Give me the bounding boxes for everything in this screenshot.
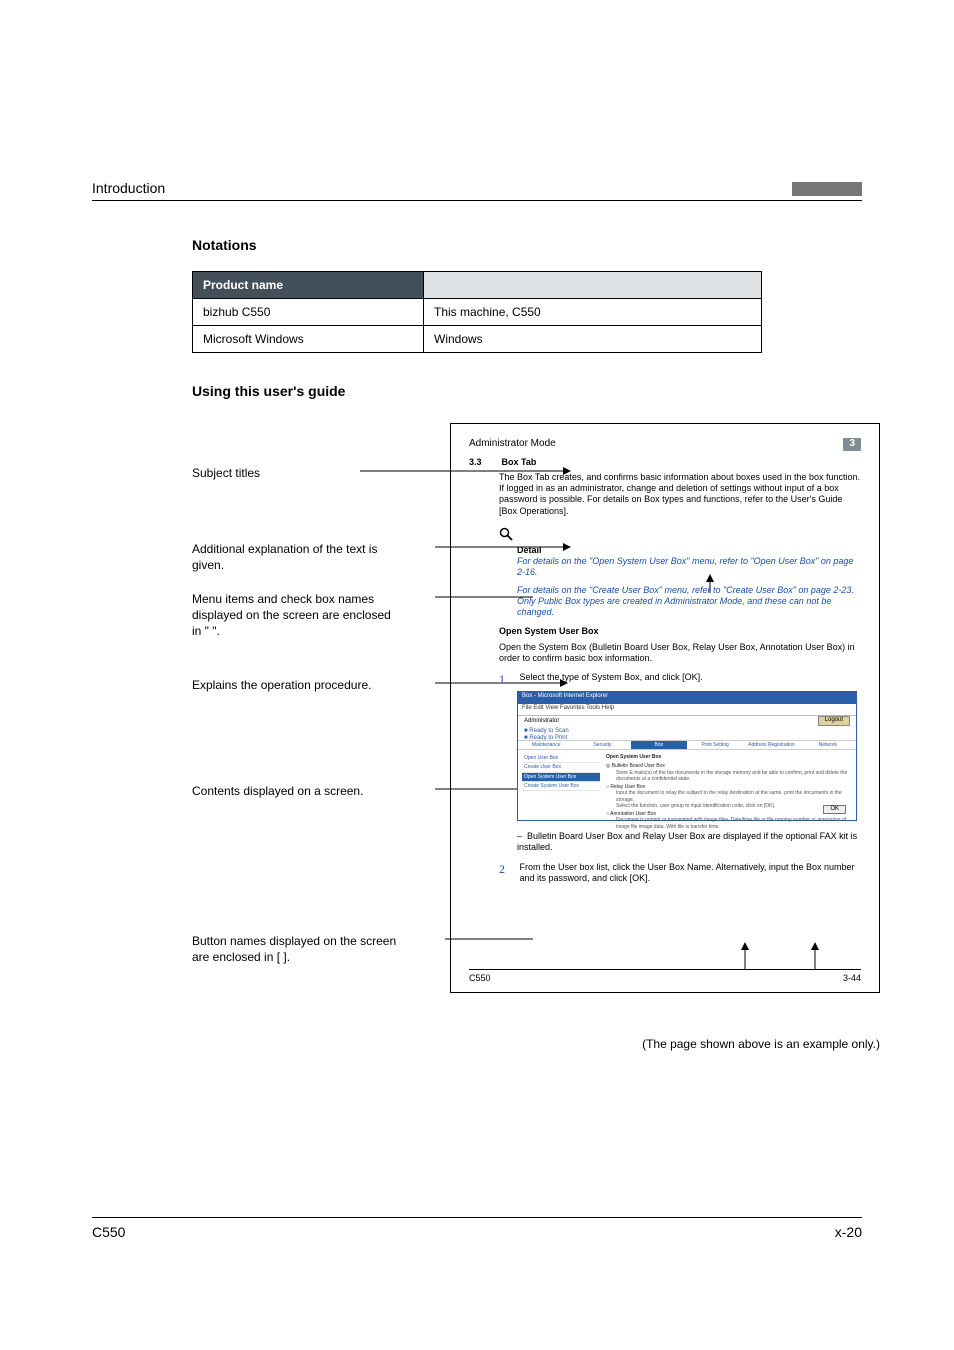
opt-annotation[interactable]: Annotation User Box bbox=[610, 811, 656, 817]
table-row: bizhub C550 This machine, C550 bbox=[193, 299, 762, 326]
tab-box[interactable]: Box bbox=[631, 740, 687, 750]
cell-product: Microsoft Windows bbox=[193, 326, 424, 353]
ok-button[interactable]: OK bbox=[823, 805, 846, 815]
cell-product: bizhub C550 bbox=[193, 299, 424, 326]
tab-network[interactable]: Network bbox=[800, 740, 856, 750]
opt-bulletin-desc: Store E-mails(s) of the fax documents in… bbox=[616, 770, 850, 783]
cell-alias: Windows bbox=[424, 326, 762, 353]
screenshot-menubar: File Edit View Favorites Tools Help bbox=[518, 704, 856, 716]
step-text: From the User box list, click the User B… bbox=[520, 862, 860, 885]
capture-detail-italic-2: For details on the "Create User Box" men… bbox=[517, 585, 861, 619]
opt-bulletin[interactable]: Bulletin Board User Box bbox=[612, 763, 665, 769]
opt-relay-desc2: Select the function, user group to input… bbox=[616, 803, 850, 809]
table-row: Microsoft Windows Windows bbox=[193, 326, 762, 353]
tab-address[interactable]: Address Registration bbox=[743, 740, 799, 750]
section-notations-title: Notations bbox=[192, 237, 862, 253]
capture-header: Administrator Mode 3 bbox=[469, 438, 861, 451]
magnifier-icon bbox=[499, 527, 861, 543]
capture-mode-label: Administrator Mode bbox=[469, 438, 556, 451]
capture-step-2: 2 From the User box list, click the User… bbox=[499, 862, 861, 885]
opt-annotation-desc: Document is printed or transmitted with … bbox=[616, 817, 850, 830]
step-text: Select the type of System Box, and click… bbox=[520, 672, 860, 683]
callout-contents: Contents displayed on a screen. bbox=[192, 783, 402, 799]
capture-body: The Box Tab creates, and confirms basic … bbox=[499, 472, 861, 884]
embedded-screenshot: Box - Microsoft Internet Explorer File E… bbox=[517, 691, 857, 821]
example-page-capture: Administrator Mode 3 3.3 Box Tab The Box… bbox=[450, 423, 880, 993]
callout-subject: Subject titles bbox=[192, 465, 402, 481]
capture-detail-heading: Detail bbox=[517, 545, 861, 556]
capture-step-1: 1 Select the type of System Box, and cli… bbox=[499, 672, 861, 687]
capture-section-heading: 3.3 Box Tab bbox=[469, 457, 861, 468]
mainpanel-heading: Open System User Box bbox=[606, 754, 850, 760]
tab-maintenance[interactable]: Maintenance bbox=[518, 740, 574, 750]
screenshot-mainpanel: Open System User Box ◎ Bulletin Board Us… bbox=[606, 754, 850, 830]
footer-model: C550 bbox=[92, 1224, 125, 1240]
cell-alias: This machine, C550 bbox=[424, 299, 762, 326]
table-header-blank bbox=[424, 272, 762, 299]
screenshot-titlebar: Box - Microsoft Internet Explorer bbox=[518, 692, 856, 704]
side-create-user[interactable]: Create User Box bbox=[522, 763, 600, 772]
capture-footer-right: 3-44 bbox=[843, 973, 861, 984]
page-footer: C550 x-20 bbox=[92, 1217, 862, 1240]
capture-detail-italic-1: For details on the "Open System User Box… bbox=[517, 556, 861, 579]
capture-intro-para: The Box Tab creates, and confirms basic … bbox=[499, 472, 861, 517]
capture-footer-left: C550 bbox=[469, 973, 491, 984]
tab-print[interactable]: Print Setting bbox=[687, 740, 743, 750]
capture-subheading: Open System User Box bbox=[499, 626, 861, 637]
capture-footer: C550 3-44 bbox=[469, 969, 861, 984]
screenshot-tabs: Maintenance Security Box Print Setting A… bbox=[518, 740, 856, 750]
step-number: 1 bbox=[499, 672, 517, 687]
capture-section-title: Box Tab bbox=[502, 457, 537, 467]
header-chapter-block bbox=[792, 182, 862, 196]
header-title: Introduction bbox=[92, 180, 165, 196]
capture-section-number: 3.3 bbox=[469, 457, 499, 468]
callout-explains: Explains the operation procedure. bbox=[192, 677, 402, 693]
logout-button[interactable]: Logout bbox=[818, 716, 850, 726]
table-header-product: Product name bbox=[193, 272, 424, 299]
tab-security[interactable]: Security bbox=[574, 740, 630, 750]
footer-pagenum: x-20 bbox=[835, 1224, 862, 1240]
screenshot-sidepanel: Open User Box Create User Box Open Syste… bbox=[522, 754, 600, 791]
step-number: 2 bbox=[499, 862, 517, 877]
ready-scan: Ready to Scan bbox=[529, 728, 568, 734]
callout-buttons: Button names displayed on the screen are… bbox=[192, 933, 402, 965]
guide-diagram: Subject titles Additional explanation of… bbox=[92, 423, 862, 1033]
screenshot-admin-label: Administrator bbox=[518, 716, 856, 728]
page: Introduction Notations Product name bizh… bbox=[0, 0, 954, 1350]
callout-menu: Menu items and check box names displayed… bbox=[192, 591, 402, 640]
capture-dash-note: – Bulletin Board User Box and Relay User… bbox=[517, 831, 861, 854]
product-name-table: Product name bizhub C550 This machine, C… bbox=[192, 271, 762, 353]
opt-relay[interactable]: Relay User Box bbox=[610, 784, 645, 790]
side-create-system[interactable]: Create System User Box bbox=[522, 782, 600, 791]
capture-subpara: Open the System Box (Bulletin Board User… bbox=[499, 642, 861, 665]
example-note: (The page shown above is an example only… bbox=[92, 1037, 880, 1051]
capture-chapter-number: 3 bbox=[843, 438, 861, 451]
section-using-guide-title: Using this user's guide bbox=[192, 383, 862, 399]
running-header: Introduction bbox=[92, 180, 862, 201]
opt-relay-desc: Input the document to relay the subject … bbox=[616, 790, 850, 803]
side-open-system[interactable]: Open System User Box bbox=[522, 773, 600, 782]
callout-additional: Additional explanation of the text is gi… bbox=[192, 541, 402, 573]
side-open-user[interactable]: Open User Box bbox=[522, 754, 600, 763]
